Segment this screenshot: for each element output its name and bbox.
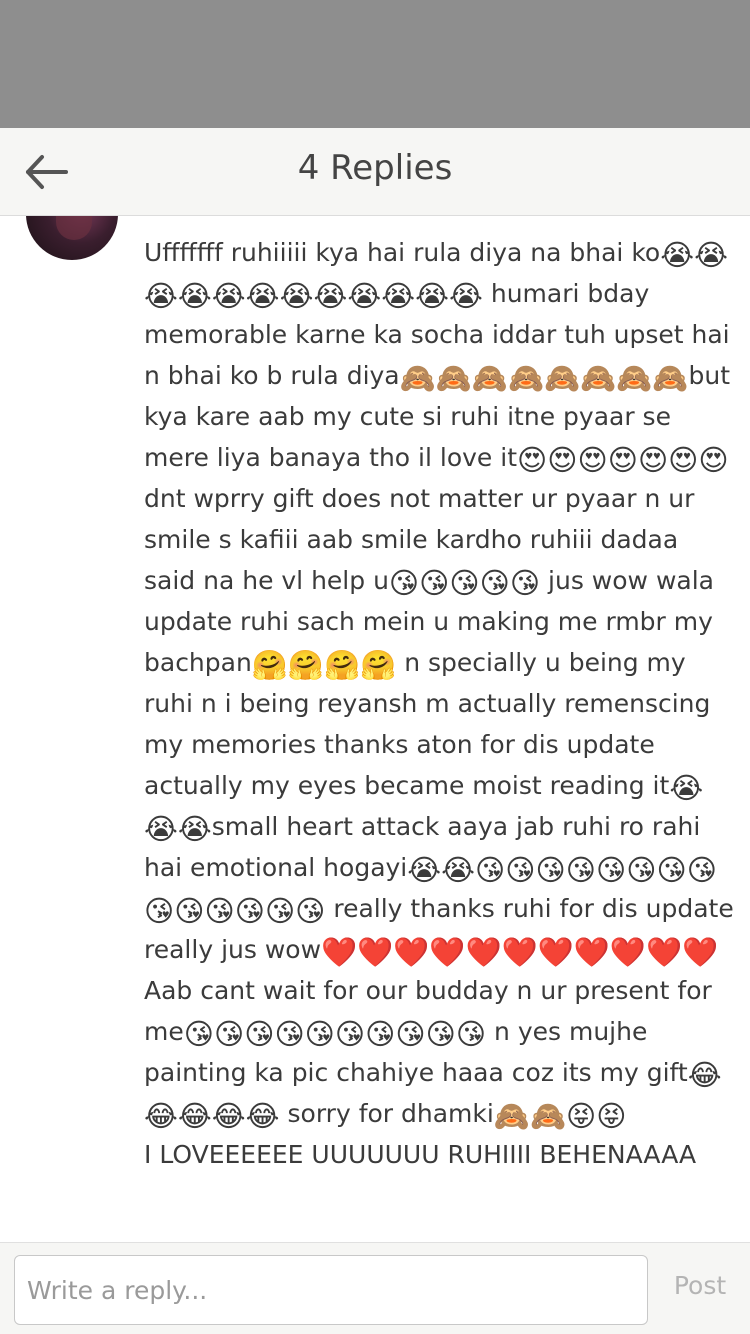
emoji: 🙈 [616, 361, 653, 395]
emoji: 😘 [304, 1017, 335, 1051]
emoji: 😘 [535, 853, 566, 887]
emoji: 😭 [144, 812, 178, 846]
emoji: 😘 [183, 1017, 214, 1051]
emoji: 🙈 [544, 361, 581, 395]
emoji: 😘 [264, 894, 296, 928]
emoji: 😘 [505, 853, 536, 887]
emoji: 🙈 [507, 361, 545, 395]
emoji: 😭 [660, 238, 695, 272]
emoji: 😘 [174, 894, 205, 928]
avatar-photo [56, 216, 92, 240]
emoji: 😂 [211, 1099, 246, 1133]
emoji: 😍 [698, 443, 729, 477]
emoji: 😍 [668, 443, 699, 477]
emoji: 😘 [388, 566, 420, 600]
emoji: 😍 [637, 443, 669, 477]
emoji: 😭 [441, 853, 476, 887]
emoji: 😭 [279, 279, 314, 313]
emoji: 😂 [245, 1099, 280, 1133]
emoji: ❤️ [501, 935, 538, 969]
emoji: 😘 [295, 894, 326, 928]
emoji: 😘 [395, 1017, 426, 1051]
emoji: 😘 [365, 1017, 396, 1051]
emoji: 😭 [407, 853, 442, 887]
emoji: 🙈 [471, 361, 508, 395]
emoji: ❤️ [393, 935, 430, 969]
emoji: ❤️ [429, 935, 466, 969]
emoji: 😍 [607, 443, 638, 477]
reply-composer: Post [0, 1242, 750, 1334]
emoji: 🙈 [652, 361, 689, 395]
emoji: 😘 [334, 1017, 366, 1051]
emoji: 😂 [177, 1099, 212, 1133]
emoji: ❤️ [646, 935, 683, 969]
emoji: 😘 [144, 894, 175, 928]
emoji: 😘 [244, 1017, 275, 1051]
emoji: ❤️ [357, 935, 394, 969]
emoji: 😂 [144, 1099, 178, 1133]
emoji: ❤️ [573, 935, 610, 969]
emoji: 😘 [686, 853, 717, 887]
emoji: 🤗 [324, 648, 361, 682]
emoji: ❤️ [609, 935, 646, 969]
post-button[interactable]: Post [660, 1271, 740, 1300]
emoji: 🤗 [251, 648, 288, 682]
emoji: 😘 [449, 566, 480, 600]
emoji: 😘 [656, 853, 687, 887]
emoji: 😭 [177, 279, 212, 313]
emoji: 😘 [455, 1017, 487, 1051]
emoji: 🤗 [360, 648, 397, 682]
emoji: 🙈 [493, 1099, 530, 1133]
emoji: 😍 [547, 443, 578, 477]
emoji: 😘 [234, 894, 265, 928]
avatar[interactable] [26, 216, 118, 260]
emoji: 😭 [694, 238, 728, 272]
emoji: 🙈 [399, 361, 436, 395]
emoji: 😘 [419, 566, 450, 600]
emoji: 😭 [144, 279, 178, 313]
emoji: 😘 [213, 1017, 245, 1051]
emoji: 😍 [517, 443, 548, 477]
emoji: 😭 [669, 771, 704, 805]
emoji: 😂 [687, 1058, 722, 1092]
emoji: 😭 [415, 279, 450, 313]
emoji: ❤️ [321, 935, 358, 969]
emoji: 😘 [475, 853, 506, 887]
emoji: 🙈 [435, 361, 472, 395]
emoji: 😭 [449, 279, 483, 313]
emoji: 😘 [425, 1017, 456, 1051]
emoji: 😭 [347, 279, 382, 313]
emoji: 🤗 [287, 648, 325, 682]
emoji: 😘 [204, 894, 235, 928]
emoji: ❤️ [465, 935, 502, 969]
emoji: 😭 [313, 279, 348, 313]
emoji: ❤️ [682, 935, 719, 969]
reply-message: Ufffffff ruhiiiii kya hai rula diya na b… [144, 238, 734, 1169]
emoji: 😍 [577, 443, 608, 477]
emoji: 😭 [211, 279, 246, 313]
emoji: 😘 [565, 853, 596, 887]
emoji: 😝 [596, 1099, 627, 1133]
emoji: 😘 [479, 566, 510, 600]
emoji: 😭 [177, 812, 212, 846]
emoji: 😭 [381, 279, 416, 313]
emoji: ❤️ [537, 935, 574, 969]
emoji: 😘 [595, 853, 627, 887]
emoji: 😭 [245, 279, 280, 313]
page-title: 4 Replies [297, 148, 453, 188]
emoji: 😘 [509, 566, 541, 600]
emoji: 😘 [626, 853, 657, 887]
status-bar-area [0, 0, 750, 128]
emoji: 😘 [274, 1017, 305, 1051]
reply-input[interactable] [14, 1255, 648, 1325]
replies-header: 4 Replies [0, 128, 750, 216]
emoji: 🙈 [580, 361, 617, 395]
reply-thread[interactable]: Ufffffff ruhiiiii kya hai rula diya na b… [0, 216, 750, 1242]
emoji: 😝 [566, 1099, 597, 1133]
emoji: 🙈 [529, 1099, 567, 1133]
